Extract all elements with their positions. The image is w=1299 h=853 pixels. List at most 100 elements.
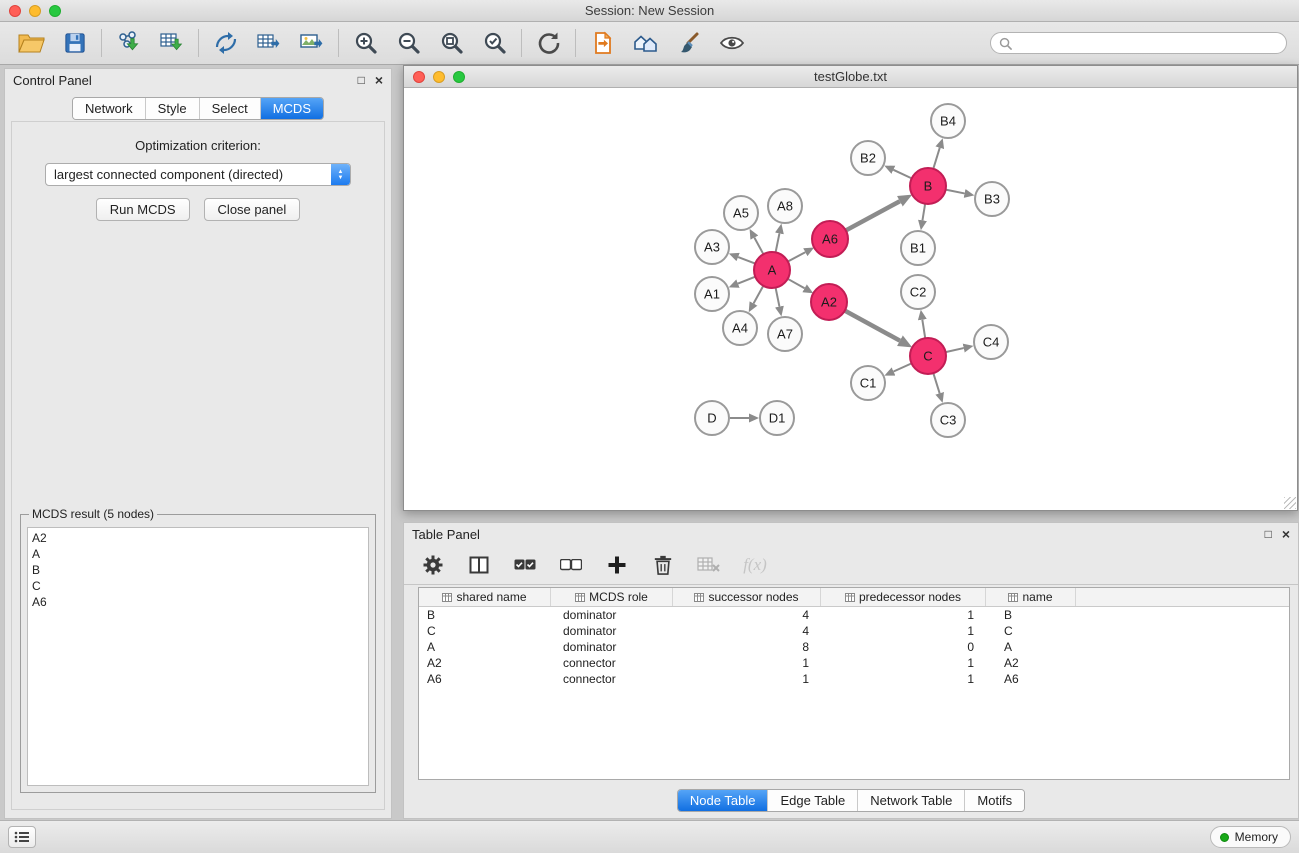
node-D[interactable]: D	[695, 401, 729, 435]
float-panel-icon[interactable]: □	[358, 73, 365, 87]
show-columns-button[interactable]	[466, 550, 492, 580]
column-header[interactable]: MCDS role	[551, 588, 673, 606]
global-search-field[interactable]	[990, 32, 1287, 54]
zoom-window-button[interactable]	[49, 5, 61, 17]
edge-A-A5[interactable]	[754, 238, 763, 255]
result-item[interactable]: A2	[32, 530, 364, 546]
node-A4[interactable]: A4	[723, 311, 757, 345]
import-network-button[interactable]	[107, 27, 150, 60]
tab-select[interactable]: Select	[200, 98, 261, 119]
float-panel-icon[interactable]: □	[1265, 527, 1272, 541]
close-panel-icon[interactable]: ×	[1282, 526, 1290, 542]
tab-motifs[interactable]: Motifs	[965, 790, 1024, 811]
node-D1[interactable]: D1	[760, 401, 794, 435]
table-cell[interactable]: 4	[673, 623, 821, 639]
node-A[interactable]: A	[754, 252, 790, 288]
table-row[interactable]: A2connector11A2	[419, 655, 1289, 671]
table-cell[interactable]: A	[419, 639, 551, 655]
edge-A-A8[interactable]	[776, 233, 780, 252]
table-cell[interactable]: 0	[821, 639, 986, 655]
search-input[interactable]	[1018, 36, 1278, 51]
run-mcds-button[interactable]: Run MCDS	[96, 198, 190, 221]
node-C3[interactable]: C3	[931, 403, 965, 437]
table-cell[interactable]: C	[419, 623, 551, 639]
table-cell[interactable]: connector	[551, 671, 673, 687]
edge-A-A7[interactable]	[776, 288, 780, 307]
apply-layout-button[interactable]	[527, 27, 570, 60]
zoom-out-button[interactable]	[387, 27, 430, 60]
tab-edge-table[interactable]: Edge Table	[768, 790, 858, 811]
edge-A2-C[interactable]	[845, 311, 900, 341]
table-cell[interactable]: dominator	[551, 623, 673, 639]
node-B2[interactable]: B2	[851, 141, 885, 175]
table-settings-button[interactable]	[420, 550, 446, 580]
tab-node-table[interactable]: Node Table	[678, 790, 769, 811]
export-network-button[interactable]	[204, 27, 247, 60]
node-C4[interactable]: C4	[974, 325, 1008, 359]
delete-table-button[interactable]	[696, 550, 722, 580]
edge-A-A2[interactable]	[788, 279, 805, 288]
table-row[interactable]: A6connector11A6	[419, 671, 1289, 687]
node-C[interactable]: C	[910, 338, 946, 374]
node-B4[interactable]: B4	[931, 104, 965, 138]
table-cell[interactable]: 1	[821, 655, 986, 671]
window-resize-grip[interactable]	[1284, 497, 1296, 509]
edge-A6-B[interactable]	[846, 201, 900, 230]
result-item[interactable]: A	[32, 546, 364, 562]
edge-C-C3[interactable]	[933, 373, 939, 393]
table-cell[interactable]: 1	[673, 655, 821, 671]
table-row[interactable]: Adominator80A	[419, 639, 1289, 655]
node-C1[interactable]: C1	[851, 366, 885, 400]
show-task-history-button[interactable]	[8, 826, 36, 848]
node-C2[interactable]: C2	[901, 275, 935, 309]
table-cell[interactable]: A6	[986, 671, 1076, 687]
show-hide-button[interactable]	[710, 27, 753, 60]
table-cell[interactable]: A2	[986, 655, 1076, 671]
minimize-window-button[interactable]	[29, 5, 41, 17]
column-header[interactable]: name	[986, 588, 1076, 606]
table-cell[interactable]: 8	[673, 639, 821, 655]
edge-B-B4[interactable]	[933, 148, 939, 169]
create-column-button[interactable]	[604, 550, 630, 580]
edge-B-B3[interactable]	[946, 190, 965, 194]
node-B1[interactable]: B1	[901, 231, 935, 265]
node-B[interactable]: B	[910, 168, 946, 204]
table-cell[interactable]: B	[986, 607, 1076, 623]
column-header[interactable]: successor nodes	[673, 588, 821, 606]
close-panel-button[interactable]: Close panel	[204, 198, 301, 221]
dropdown-stepper-icon[interactable]: ▲▼	[331, 164, 350, 185]
save-session-button[interactable]	[53, 27, 96, 60]
table-cell[interactable]: A	[986, 639, 1076, 655]
node-A1[interactable]: A1	[695, 277, 729, 311]
node-A8[interactable]: A8	[768, 189, 802, 223]
first-neighbors-button[interactable]	[624, 27, 667, 60]
memory-button[interactable]: Memory	[1210, 826, 1291, 848]
edge-A-A6[interactable]	[788, 252, 805, 261]
close-panel-icon[interactable]: ×	[375, 72, 383, 88]
table-cell[interactable]: A6	[419, 671, 551, 687]
export-table-button[interactable]	[247, 27, 290, 60]
open-session-button[interactable]	[10, 27, 53, 60]
close-window-button[interactable]	[9, 5, 21, 17]
network-canvas[interactable]: B4B2BB3A5A8A6A3B1AC2A1A2A4A7C4CC1C3DD1	[404, 88, 1297, 510]
table-cell[interactable]: 1	[821, 623, 986, 639]
table-row[interactable]: Bdominator41B	[419, 607, 1289, 623]
edge-B-B2[interactable]	[893, 170, 911, 179]
table-cell[interactable]: B	[419, 607, 551, 623]
edge-C-C4[interactable]	[946, 348, 964, 352]
node-A6[interactable]: A6	[812, 221, 848, 257]
edge-C-C1[interactable]	[894, 363, 912, 371]
column-header[interactable]: shared name	[419, 588, 551, 606]
zoom-fit-button[interactable]	[430, 27, 473, 60]
zoom-selected-button[interactable]	[473, 27, 516, 60]
table-cell[interactable]: dominator	[551, 607, 673, 623]
node-B3[interactable]: B3	[975, 182, 1009, 216]
tab-network-table[interactable]: Network Table	[858, 790, 965, 811]
table-cell[interactable]: 4	[673, 607, 821, 623]
result-item[interactable]: B	[32, 562, 364, 578]
tab-network[interactable]: Network	[73, 98, 146, 119]
unselect-all-columns-button[interactable]	[558, 550, 584, 580]
function-builder-button[interactable]: f(x)	[742, 550, 768, 580]
table-cell[interactable]: connector	[551, 655, 673, 671]
node-A2[interactable]: A2	[811, 284, 847, 320]
